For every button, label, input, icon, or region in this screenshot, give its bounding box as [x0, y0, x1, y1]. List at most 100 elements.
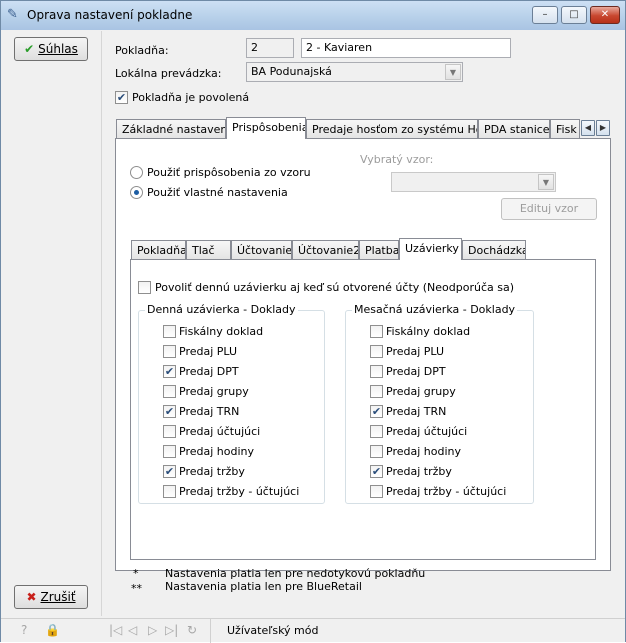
app-icon: ✎: [7, 7, 18, 22]
monthly-closing-group: Mesačná uzávierka - Doklady Fiskálny dok…: [345, 303, 534, 504]
tab-fisk[interactable]: Fisk: [550, 119, 580, 139]
template-label: Vybratý vzor:: [360, 153, 434, 166]
pokladna-id-field: 2: [246, 38, 294, 58]
daily-item-label: Predaj PLU: [179, 345, 238, 358]
monthly-item-label: Fiskálny doklad: [386, 325, 471, 338]
monthly-item-label: Predaj účtujúci: [386, 425, 468, 438]
pokladna-name-field[interactable]: 2 - Kaviaren: [301, 38, 511, 58]
daily-closing-group: Denná uzávierka - Doklady Fiskálny dokla…: [138, 303, 325, 504]
tab-pda-stanice[interactable]: PDA stanice: [478, 119, 550, 139]
daily-item-checkbox[interactable]: [163, 485, 176, 498]
subtab-uzavierky[interactable]: Uzávierky: [399, 238, 462, 260]
note-text-1: Nastavenia platia len pre nedotykovú pok…: [165, 567, 426, 580]
monthly-item-label: Predaj PLU: [386, 345, 445, 358]
title-bar[interactable]: ✎ Oprava nastavení pokladne – □ ✕: [1, 1, 625, 30]
prev-record-icon[interactable]: ◁: [128, 623, 137, 637]
prevadzka-label: Lokálna prevádzka:: [115, 67, 222, 80]
allow-daily-closing-checkbox[interactable]: [138, 281, 151, 294]
monthly-item-label: Predaj tržby - účtujúci: [386, 485, 507, 498]
monthly-item-checkbox[interactable]: [370, 425, 383, 438]
daily-item-checkbox[interactable]: [163, 425, 176, 438]
close-button[interactable]: ✕: [590, 6, 620, 24]
tab-predaje-hostom[interactable]: Predaje hosťom zo systému Horec: [306, 119, 478, 139]
cancel-button-label: Zrušiť: [40, 590, 76, 604]
subtab-uctovanie2[interactable]: Účtovanie2: [292, 240, 359, 260]
last-record-icon[interactable]: ▷|: [165, 623, 178, 637]
chevron-down-icon: ▼: [445, 64, 461, 80]
minimize-button[interactable]: –: [532, 6, 558, 24]
subtab-tlac[interactable]: Tlač: [186, 240, 231, 260]
daily-closing-title: Denná uzávierka - Doklady: [145, 303, 298, 316]
monthly-item-checkbox[interactable]: [370, 445, 383, 458]
pokladna-label: Pokladňa:: [115, 44, 169, 57]
daily-item-checkbox[interactable]: [163, 385, 176, 398]
prevadzka-select[interactable]: BA Podunajská ▼: [246, 62, 463, 82]
daily-item-checkbox[interactable]: ✔: [163, 405, 176, 418]
tab-scroll-right-icon[interactable]: ▶: [596, 120, 610, 136]
radio-use-own[interactable]: [130, 186, 143, 199]
radio-use-own-label: Použiť vlastné nastavenia: [147, 186, 288, 199]
ok-button[interactable]: ✔ Súhlas: [14, 37, 88, 61]
monthly-item-checkbox[interactable]: [370, 365, 383, 378]
pokladna-povolena-label: Pokladňa je povolená: [132, 91, 250, 104]
content-area: Pokladňa: 2 2 - Kaviaren Lokálna prevádz…: [103, 31, 623, 616]
status-divider: [210, 619, 211, 643]
daily-item-label: Predaj tržby: [179, 465, 245, 478]
tab-zakladne-nastavenia[interactable]: Základné nastavenia: [116, 119, 226, 139]
ok-button-label: Súhlas: [38, 42, 78, 56]
first-record-icon[interactable]: |◁: [109, 623, 122, 637]
note-mark-2: **: [131, 582, 142, 595]
daily-item-label: Fiskálny doklad: [179, 325, 264, 338]
daily-item-label: Predaj účtujúci: [179, 425, 261, 438]
lock-icon[interactable]: 🔒: [45, 623, 60, 637]
daily-item-label: Predaj DPT: [179, 365, 239, 378]
daily-item-checkbox[interactable]: ✔: [163, 365, 176, 378]
prevadzka-value: BA Podunajská: [251, 65, 332, 78]
pokladna-povolena-checkbox[interactable]: ✔: [115, 91, 128, 104]
monthly-item-checkbox[interactable]: [370, 385, 383, 398]
monthly-item-label: Predaj DPT: [386, 365, 446, 378]
cross-icon: ✖: [26, 590, 37, 604]
maximize-button[interactable]: □: [561, 6, 587, 24]
monthly-item-label: Predaj hodiny: [386, 445, 461, 458]
allow-daily-closing-label: Povoliť dennú uzávierku aj keď sú otvore…: [155, 281, 515, 294]
subtab-platba[interactable]: Platba: [359, 240, 399, 260]
daily-item-label: Predaj tržby - účtujúci: [179, 485, 300, 498]
note-text-2: Nastavenia platia len pre BlueRetail: [165, 580, 362, 593]
status-bar: ? 🔒 |◁ ◁ ▷ ▷| ↻ Užívateľský mód: [1, 618, 625, 643]
monthly-item-label: Predaj TRN: [386, 405, 447, 418]
monthly-item-checkbox[interactable]: ✔: [370, 465, 383, 478]
radio-use-template-label: Použiť prispôsobenia zo vzoru: [147, 166, 311, 179]
monthly-item-checkbox[interactable]: [370, 485, 383, 498]
help-icon[interactable]: ?: [21, 623, 27, 637]
refresh-icon[interactable]: ↻: [187, 623, 197, 637]
prisposobenia-panel: Použiť prispôsobenia zo vzoru Použiť vla…: [115, 138, 611, 571]
uzavierky-panel: Povoliť dennú uzávierku aj keď sú otvore…: [130, 259, 596, 560]
monthly-item-checkbox[interactable]: [370, 345, 383, 358]
status-mode: Užívateľský mód: [227, 624, 319, 637]
radio-use-template[interactable]: [130, 166, 143, 179]
daily-item-checkbox[interactable]: [163, 325, 176, 338]
monthly-item-checkbox[interactable]: ✔: [370, 405, 383, 418]
tab-prisposobenia[interactable]: Prispôsobenia: [226, 117, 306, 139]
left-button-panel: ✔ Súhlas ✖ Zrušiť: [6, 31, 102, 616]
daily-item-label: Predaj hodiny: [179, 445, 254, 458]
subtab-pokladna[interactable]: Pokladňa: [131, 240, 186, 260]
daily-item-checkbox[interactable]: [163, 445, 176, 458]
cancel-button[interactable]: ✖ Zrušiť: [14, 585, 88, 609]
daily-item-checkbox[interactable]: ✔: [163, 465, 176, 478]
subtab-dochadzka[interactable]: Dochádzka: [462, 240, 526, 260]
monthly-item-label: Predaj grupy: [386, 385, 456, 398]
template-select[interactable]: ▼: [391, 172, 556, 192]
subtab-uctovanie[interactable]: Účtovanie: [231, 240, 292, 260]
next-record-icon[interactable]: ▷: [148, 623, 157, 637]
edit-template-button[interactable]: Edituj vzor: [501, 198, 597, 220]
note-mark-1: *: [133, 567, 139, 580]
tab-scroll-left-icon[interactable]: ◀: [581, 120, 595, 136]
checkmark-icon: ✔: [24, 42, 35, 56]
dialog-window: ✎ Oprava nastavení pokladne – □ ✕ ✔ Súhl…: [0, 0, 626, 643]
daily-item-checkbox[interactable]: [163, 345, 176, 358]
daily-item-label: Predaj TRN: [179, 405, 240, 418]
daily-item-label: Predaj grupy: [179, 385, 249, 398]
monthly-item-checkbox[interactable]: [370, 325, 383, 338]
